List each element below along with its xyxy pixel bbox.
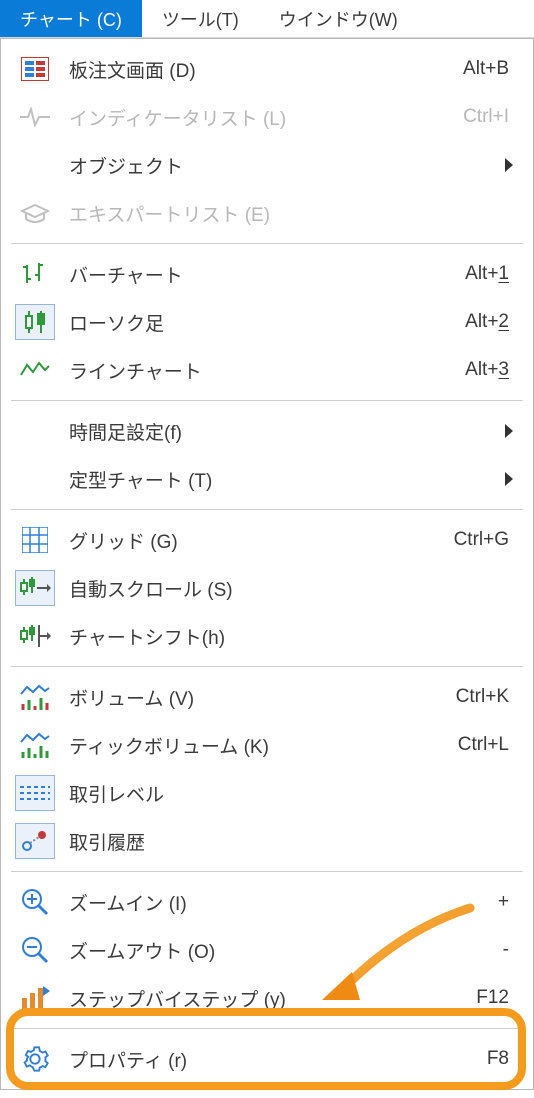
submenu-arrow-icon <box>505 424 513 438</box>
menu-line-chart[interactable]: ラインチャート Alt+3 <box>5 346 529 394</box>
line-chart-icon <box>15 352 55 388</box>
menu-accel: Alt+3 <box>465 359 519 381</box>
menu-zoom-out[interactable]: ズームアウト (O) - <box>5 926 529 974</box>
separator <box>11 666 523 667</box>
menu-label: ボリューム (V) <box>69 684 442 711</box>
menu-timeframes[interactable]: 時間足設定(f) <box>5 407 529 455</box>
menu-label: ズームイン (I) <box>69 889 484 916</box>
menu-trade-history[interactable]: 取引履歴 <box>5 817 529 865</box>
menu-accel: Ctrl+G <box>454 529 519 551</box>
menu-label: 取引履歴 <box>69 828 519 855</box>
menu-tick-volumes[interactable]: ティックボリューム (K) Ctrl+L <box>5 721 529 769</box>
bar-chart-icon <box>15 256 55 292</box>
blank-icon <box>15 147 55 183</box>
menu-bar-chart[interactable]: バーチャート Alt+1 <box>5 250 529 298</box>
menu-accel: Alt+2 <box>465 311 519 333</box>
menubar-item-window[interactable]: ウインドウ(W) <box>259 0 418 37</box>
separator <box>11 509 523 510</box>
menu-label: 自動スクロール (S) <box>69 575 519 602</box>
hat-icon <box>15 195 55 231</box>
menu-chart-shift[interactable]: チャートシフト(h) <box>5 612 529 660</box>
menu-label: ズームアウト (O) <box>69 937 489 964</box>
menu-indicator-list: インディケータリスト (L) Ctrl+I <box>5 93 529 141</box>
menu-accel: - <box>503 939 519 961</box>
menu-templates[interactable]: 定型チャート (T) <box>5 455 529 503</box>
chartshift-icon <box>15 618 55 654</box>
autoscroll-icon <box>15 570 55 606</box>
menu-objects[interactable]: オブジェクト <box>5 141 529 189</box>
menu-label: 板注文画面 (D) <box>69 56 449 83</box>
charts-dropdown: 板注文画面 (D) Alt+B インディケータリスト (L) Ctrl+I オブ… <box>0 38 534 1090</box>
blank-icon <box>15 461 55 497</box>
volumes-icon <box>15 679 55 715</box>
menu-label: ローソク足 <box>69 309 451 336</box>
trade-history-icon <box>15 823 55 859</box>
zoom-out-icon <box>15 932 55 968</box>
menu-label: インディケータリスト (L) <box>69 104 449 131</box>
menu-label: チャートシフト(h) <box>69 623 519 650</box>
menu-candlesticks[interactable]: ローソク足 Alt+2 <box>5 298 529 346</box>
menu-properties[interactable]: プロパティ (r) F8 <box>5 1035 529 1083</box>
menu-accel: Ctrl+L <box>458 734 519 756</box>
menubar-label: チャート (C) <box>20 6 122 32</box>
tick-volumes-icon <box>15 727 55 763</box>
menubar-item-charts[interactable]: チャート (C) <box>0 0 142 37</box>
gear-icon <box>15 1041 55 1077</box>
dom-icon <box>15 51 55 87</box>
zoom-in-icon <box>15 884 55 920</box>
menubar: チャート (C) ツール(T) ウインドウ(W) <box>0 0 534 38</box>
menu-grid[interactable]: グリッド (G) Ctrl+G <box>5 516 529 564</box>
menu-trade-levels[interactable]: 取引レベル <box>5 769 529 817</box>
menubar-label: ウインドウ(W) <box>279 6 398 32</box>
blank-icon <box>15 413 55 449</box>
menu-label: 取引レベル <box>69 780 519 807</box>
menu-expert-list: エキスパートリスト (E) <box>5 189 529 237</box>
separator <box>11 400 523 401</box>
grid-icon <box>15 522 55 558</box>
menu-label: グリッド (G) <box>69 527 440 554</box>
menu-label: エキスパートリスト (E) <box>69 200 519 227</box>
menu-accel: Ctrl+K <box>456 686 519 708</box>
menu-volumes[interactable]: ボリューム (V) Ctrl+K <box>5 673 529 721</box>
menu-label: オブジェクト <box>69 152 491 179</box>
submenu-arrow-icon <box>505 158 513 172</box>
separator <box>11 1028 523 1029</box>
separator <box>11 243 523 244</box>
menu-label: ラインチャート <box>69 357 451 384</box>
menu-auto-scroll[interactable]: 自動スクロール (S) <box>5 564 529 612</box>
menu-label: プロパティ (r) <box>69 1046 473 1073</box>
menu-accel: F8 <box>487 1048 519 1070</box>
menu-step-by-step[interactable]: ステップバイステップ (y) F12 <box>5 974 529 1022</box>
candlestick-icon <box>15 304 55 340</box>
menu-accel: Alt+B <box>463 58 519 80</box>
menubar-item-tools[interactable]: ツール(T) <box>142 0 259 37</box>
menu-depth-of-market[interactable]: 板注文画面 (D) Alt+B <box>5 45 529 93</box>
submenu-arrow-icon <box>505 472 513 486</box>
menu-zoom-in[interactable]: ズームイン (I) + <box>5 878 529 926</box>
menu-label: ティックボリューム (K) <box>69 732 444 759</box>
menu-label: 時間足設定(f) <box>69 418 491 445</box>
menu-label: 定型チャート (T) <box>69 466 491 493</box>
menu-accel: + <box>498 891 519 913</box>
menu-label: ステップバイステップ (y) <box>69 985 462 1012</box>
trade-levels-icon <box>15 775 55 811</box>
menu-accel: F12 <box>476 987 519 1009</box>
menu-label: バーチャート <box>69 261 451 288</box>
pulse-icon <box>15 99 55 135</box>
step-icon <box>15 980 55 1016</box>
separator <box>11 871 523 872</box>
menu-accel: Ctrl+I <box>463 106 519 128</box>
menubar-label: ツール(T) <box>162 6 239 32</box>
menu-accel: Alt+1 <box>465 263 519 285</box>
